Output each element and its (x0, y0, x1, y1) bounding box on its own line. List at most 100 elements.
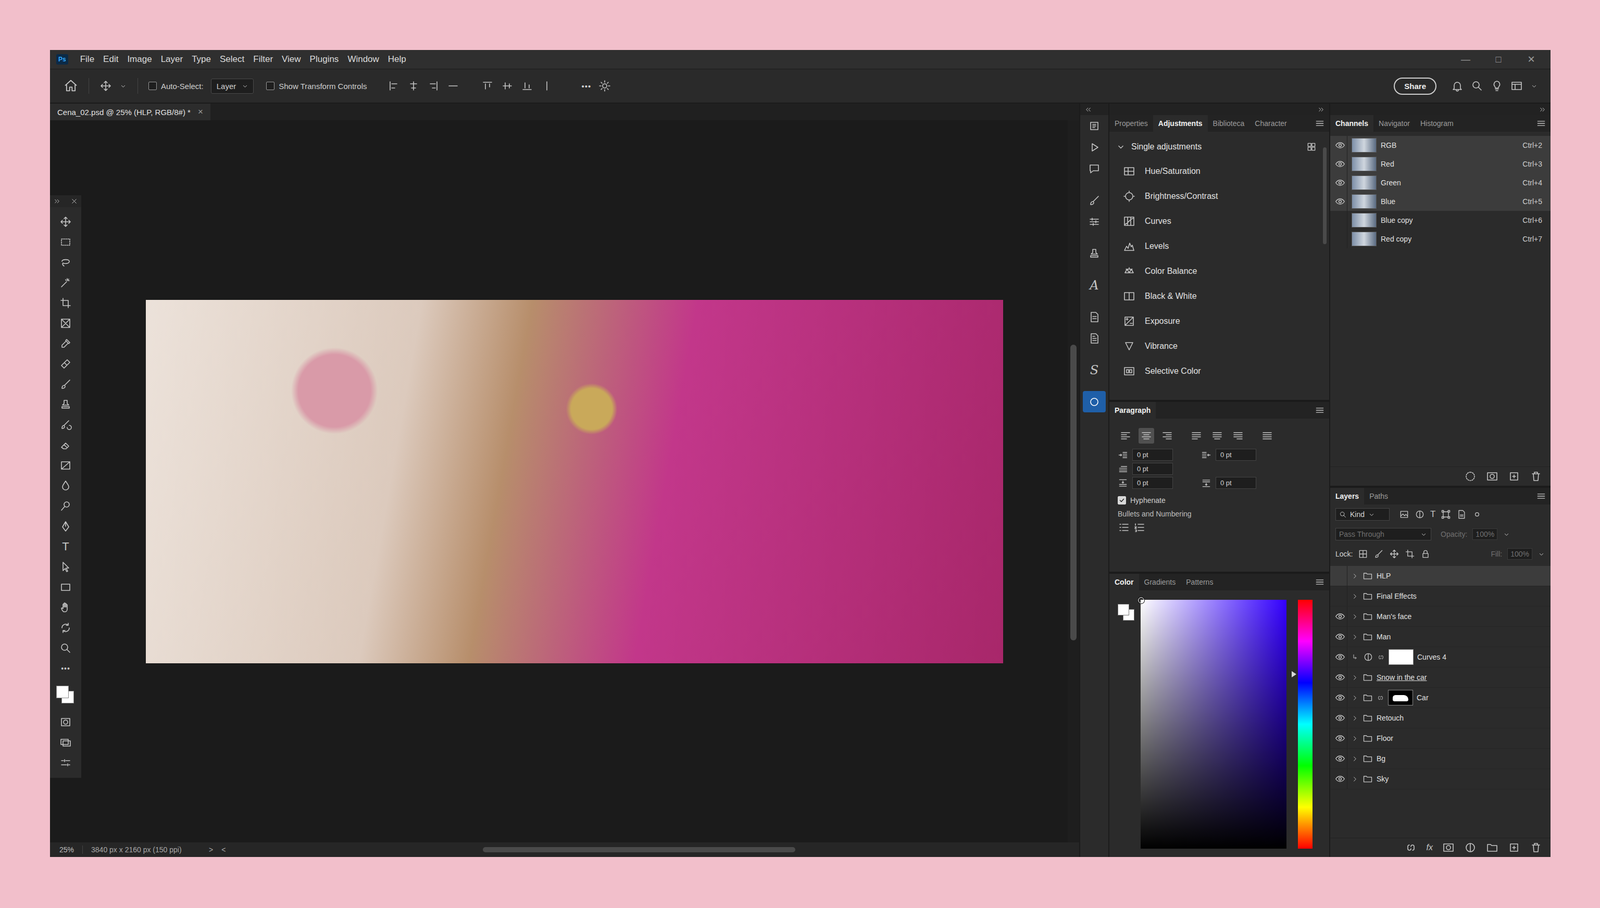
scroll-thumb[interactable] (1322, 147, 1327, 245)
tool-button[interactable] (51, 638, 81, 659)
visibility-toggle[interactable] (1333, 566, 1348, 586)
menu-item[interactable]: Type (191, 54, 211, 65)
spacing-field[interactable]: 0 pt (1117, 448, 1191, 461)
panel-tab[interactable]: Layers (1330, 488, 1365, 505)
tool-button[interactable] (51, 231, 81, 253)
panel-button[interactable] (1082, 327, 1106, 349)
panel-tab[interactable]: Character (1249, 115, 1292, 132)
panel-menu-icon[interactable] (1314, 118, 1325, 129)
hyphenate-checkbox[interactable]: Hyphenate (1117, 496, 1322, 505)
visibility-toggle[interactable] (1333, 154, 1348, 174)
alignment-button[interactable] (1188, 428, 1205, 444)
tool-button[interactable] (51, 313, 81, 334)
foreground-swatch[interactable] (1117, 604, 1130, 616)
spacing-field[interactable]: 0 pt (1201, 477, 1274, 490)
lock-all-icon[interactable] (1420, 548, 1431, 560)
tab-close-button[interactable]: × (197, 106, 204, 118)
expand-arrow-icon[interactable] (1351, 694, 1359, 703)
layer-row[interactable]: Retouch (1330, 708, 1551, 729)
tool-button[interactable] (51, 211, 81, 232)
chevron-down-icon[interactable] (1537, 550, 1546, 559)
scroll-thumb[interactable] (482, 847, 796, 853)
tool-button[interactable] (51, 495, 81, 517)
panel-button[interactable] (1082, 189, 1106, 211)
visibility-toggle[interactable] (1333, 667, 1348, 688)
alignment-button[interactable] (1259, 428, 1275, 444)
visibility-toggle[interactable] (1333, 769, 1348, 790)
expand-arrow-icon[interactable] (1351, 572, 1359, 581)
panel-button[interactable] (1082, 136, 1106, 158)
target-dropdown[interactable]: Layer (210, 78, 255, 94)
panel-tab[interactable]: Paths (1364, 488, 1394, 505)
search-icon[interactable] (1470, 79, 1484, 93)
tool-button[interactable] (51, 434, 81, 456)
opacity-value[interactable]: 100% (1472, 528, 1498, 541)
visibility-toggle[interactable] (1333, 135, 1348, 155)
menu-item[interactable]: Filter (253, 54, 273, 65)
adjustment-item[interactable]: Curves (1115, 208, 1323, 234)
canvas[interactable] (81, 120, 1068, 843)
tool-button[interactable] (51, 394, 81, 415)
layer-row[interactable]: Man (1330, 627, 1551, 648)
hue-marker[interactable] (1291, 671, 1297, 678)
adjustment-item[interactable]: Color Balance (1115, 258, 1323, 284)
adjustment-filter-icon[interactable] (1414, 509, 1425, 520)
lightbulb-icon[interactable] (1490, 79, 1504, 93)
spacing-field[interactable]: 0 pt (1117, 463, 1191, 475)
expand-arrow-icon[interactable] (1351, 775, 1359, 784)
blend-mode-dropdown[interactable]: Pass Through (1335, 528, 1432, 541)
layer-row[interactable]: Bg (1330, 748, 1551, 770)
panel-tab[interactable]: Channels (1330, 115, 1374, 132)
checkbox-box[interactable] (148, 81, 157, 91)
tool-button[interactable] (51, 556, 81, 578)
scroll-thumb[interactable] (1070, 344, 1077, 641)
adjustment-item[interactable]: Selective Color (1115, 358, 1323, 384)
align-icon[interactable] (520, 79, 534, 93)
panel-button[interactable]: A (1082, 274, 1106, 296)
document-tab[interactable]: Cena_02.psd @ 25% (HLP, RGB/8#) * × (50, 103, 211, 121)
fill-value[interactable]: 100% (1507, 548, 1533, 560)
layer-row[interactable]: Car (1330, 688, 1551, 709)
expand-arrow-icon[interactable] (1351, 592, 1359, 601)
type-filter-glyph[interactable]: T (1430, 509, 1436, 520)
align-icon[interactable] (427, 79, 440, 93)
tool-button[interactable] (51, 292, 81, 314)
link-layers-icon[interactable] (1404, 841, 1418, 855)
visibility-toggle[interactable] (1333, 688, 1348, 708)
collapse-icon[interactable] (1317, 105, 1325, 114)
horizontal-scrollbar[interactable] (233, 845, 1067, 855)
layer-row[interactable]: Floor (1330, 728, 1551, 749)
panel-button[interactable] (1082, 210, 1106, 233)
tool-button[interactable] (51, 272, 81, 293)
panel-button[interactable] (1082, 391, 1106, 413)
menu-item[interactable]: Edit (103, 54, 119, 65)
vertical-scrollbar[interactable] (1067, 120, 1080, 843)
menu-item[interactable]: Plugins (309, 54, 340, 65)
adjustment-item[interactable]: Exposure (1115, 308, 1323, 334)
app-logo[interactable]: Ps (56, 54, 69, 65)
visibility-toggle[interactable] (1333, 173, 1348, 193)
transform-controls-checkbox[interactable]: Show Transform Controls (266, 81, 367, 91)
filter-dropdown[interactable]: Kind (1335, 508, 1390, 521)
spacing-field[interactable]: 0 pt (1117, 477, 1191, 490)
collapse-icon[interactable] (1084, 105, 1093, 114)
selection-icon[interactable] (1464, 470, 1477, 483)
numbered-list-icon[interactable] (1133, 521, 1146, 534)
channel-row[interactable]: Green Ctrl+4 (1330, 173, 1551, 193)
panel-button[interactable] (1082, 306, 1106, 328)
layer-row[interactable]: HLP (1330, 566, 1551, 587)
channel-row[interactable]: RGB Ctrl+2 (1330, 135, 1551, 155)
panel-button[interactable]: S (1082, 359, 1106, 381)
auto-select-checkbox[interactable]: Auto-Select: (148, 81, 204, 91)
panel-menu-icon[interactable] (1314, 405, 1325, 416)
expand-arrow-icon[interactable] (1351, 673, 1359, 682)
tool-button[interactable] (51, 414, 81, 435)
tool-button[interactable] (51, 711, 81, 733)
panel-button[interactable] (1082, 242, 1106, 265)
color-field[interactable] (1140, 600, 1287, 849)
tool-button[interactable] (51, 617, 81, 639)
more-button[interactable]: ••• (581, 81, 592, 91)
scroll-left-button[interactable]: < (221, 845, 226, 855)
trash-icon[interactable] (1529, 841, 1543, 855)
move-tool-icon[interactable] (99, 79, 112, 93)
